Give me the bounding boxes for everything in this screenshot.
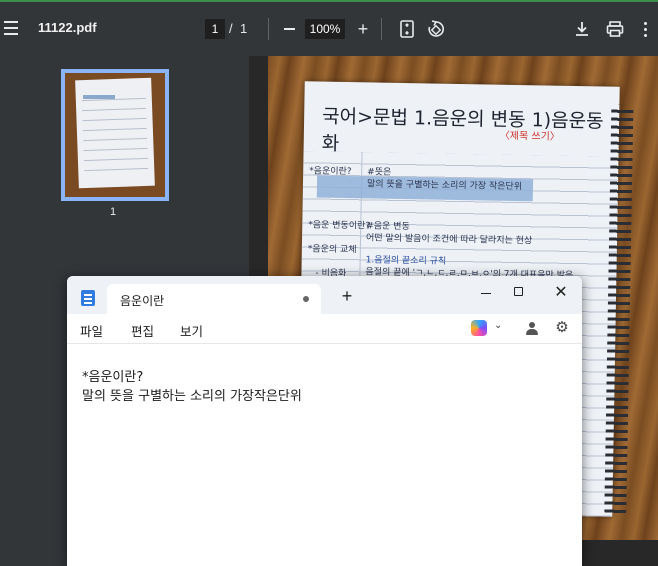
menu-icon[interactable]	[2, 16, 20, 40]
page-thumbnail[interactable]	[61, 69, 169, 201]
zoom-level-input[interactable]: 100%	[305, 19, 345, 39]
pdf-toolbar: 11122.pdf 1 / 1 100% +	[0, 0, 658, 56]
notebook-line: *음운 변동이란?	[308, 220, 371, 232]
download-button[interactable]	[572, 18, 592, 40]
editor-line: *음운이란?	[82, 370, 144, 385]
tab-label: 음운이란	[120, 294, 165, 308]
rotate-icon	[428, 20, 444, 37]
menu-edit[interactable]: 편집	[131, 321, 154, 340]
page-number-input[interactable]: 1	[205, 19, 225, 39]
maximize-button[interactable]	[507, 282, 531, 304]
notebook-line: 말의 뜻을 구별하는 소리의 가장 작은단위	[366, 179, 523, 193]
notepad-window: 음운이란 + ✕ 파일 편집 보기 ⌄ ⚙ *음운이란? 말의 뜻을 구별하는 …	[67, 276, 582, 566]
settings-gear-icon[interactable]: ⚙	[554, 319, 570, 335]
fit-page-button[interactable]	[398, 18, 416, 40]
unsaved-dot-icon[interactable]	[303, 296, 309, 302]
print-icon	[606, 21, 624, 37]
text-editor[interactable]: *음운이란? 말의 뜻을 구별하는 소리의 가장작은단위	[67, 345, 582, 566]
menu-file[interactable]: 파일	[80, 321, 103, 340]
new-tab-button[interactable]: +	[337, 286, 357, 306]
notebook-subtitle: 〈제목 쓰기〉	[499, 130, 560, 143]
thumbnail-highlight	[83, 95, 115, 99]
copilot-icon[interactable]	[471, 320, 487, 336]
rotate-button[interactable]	[425, 18, 447, 40]
print-button[interactable]	[604, 18, 626, 40]
file-title: 11122.pdf	[38, 20, 97, 35]
close-button[interactable]: ✕	[549, 282, 573, 304]
notepad-menubar: 파일 편집 보기 ⌄ ⚙	[67, 314, 582, 344]
minimize-icon	[481, 293, 491, 294]
notebook-title: 국어>문법 1.음운의 변동 1)음운동화	[321, 105, 604, 155]
thumbnail-page-label: 1	[110, 206, 117, 218]
notepad-app-icon	[81, 290, 95, 306]
fit-page-icon	[400, 20, 414, 38]
minimize-button[interactable]	[475, 282, 499, 304]
zoom-in-button[interactable]: +	[353, 19, 373, 39]
toolbar-divider	[268, 18, 269, 40]
notepad-titlebar: 음운이란 + ✕	[67, 276, 582, 314]
page-separator: /	[229, 21, 233, 36]
download-icon	[576, 22, 588, 36]
screen: 11122.pdf 1 / 1 100% + 1 국어>문법 1.음운의 변동 …	[0, 0, 658, 566]
maximize-icon	[514, 287, 523, 296]
editor-line: 말의 뜻을 구별하는 소리의 가장작은단위	[82, 389, 302, 404]
notebook-line: *음운이란?	[309, 166, 352, 178]
total-pages: 1	[240, 21, 248, 36]
menu-view[interactable]: 보기	[180, 321, 203, 340]
account-icon[interactable]	[525, 320, 539, 336]
zoom-out-button[interactable]	[279, 19, 299, 39]
minus-icon	[283, 28, 295, 30]
chevron-down-icon[interactable]: ⌄	[494, 320, 502, 331]
toolbar-divider	[381, 18, 382, 40]
notebook-line: *음운의 교체	[307, 244, 357, 256]
tab-document[interactable]: 음운이란	[107, 284, 321, 314]
more-options-icon[interactable]	[638, 18, 652, 40]
